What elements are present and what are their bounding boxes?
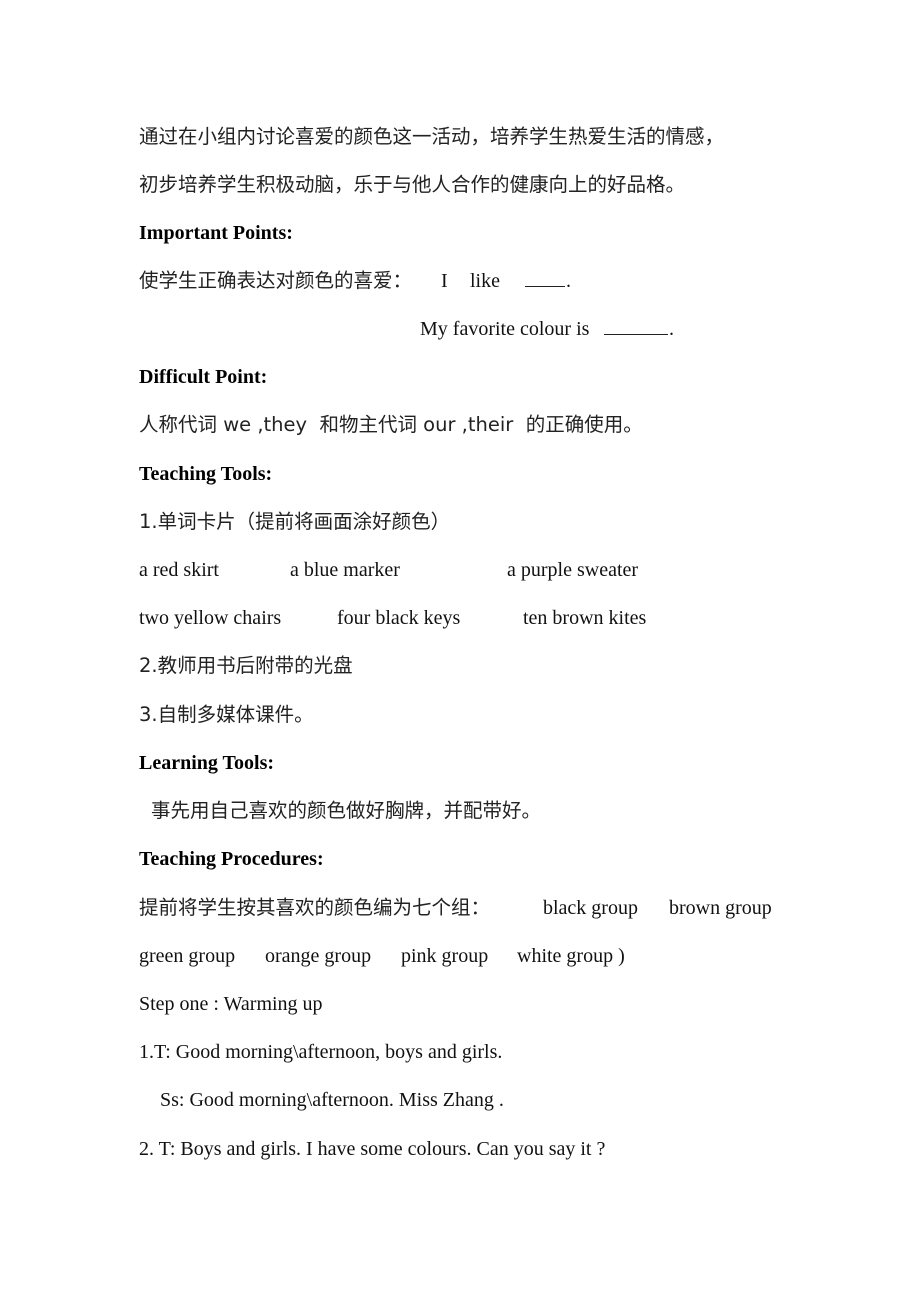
important-points-cn: 使学生正确表达对颜色的喜爱： — [139, 269, 413, 292]
learning-tools-text: 事先用自己喜欢的颜色做好胸牌，并配带好。 — [151, 799, 542, 822]
difficult-point-text: 人称代词 we ,they 和物主代词 our ,their 的正确使用。 — [139, 413, 643, 436]
important-points-period-1: . — [566, 270, 571, 292]
important-points-period-2: . — [669, 318, 674, 340]
important-points-line-1: 使学生正确表达对颜色的喜爱： I like . — [139, 268, 739, 294]
group-name: brown group — [669, 897, 772, 919]
important-points-blank-1 — [525, 268, 565, 294]
important-points-en-like: like — [470, 270, 500, 292]
group-name: white group ) — [517, 945, 625, 967]
learning-tools-heading: Learning Tools: — [139, 752, 275, 774]
dialogue-line-3: 2. T: Boys and girls. I have some colour… — [139, 1138, 606, 1160]
group-name: green group — [139, 945, 236, 967]
teaching-tools-item-2: 2.教师用书后附带的光盘 — [139, 654, 353, 677]
teaching-tools-heading: Teaching Tools: — [139, 463, 273, 485]
group-name: pink group — [401, 945, 489, 967]
word-cards-row-2: two yellow chairs four black keys ten br… — [139, 605, 839, 631]
word-card: two yellow chairs — [139, 607, 282, 629]
important-points-heading: Important Points: — [139, 222, 293, 244]
important-points-en-i: I — [441, 270, 448, 292]
groups-line-1: 提前将学生按其喜欢的颜色编为七个组： black group brown gro… — [139, 895, 819, 921]
teaching-tools-item-1: 1.单词卡片（提前将画面涂好颜色） — [139, 510, 451, 533]
objective-line-1: 通过在小组内讨论喜爱的颜色这一活动，培养学生热爱生活的情感， — [139, 125, 725, 148]
step-one-heading: Step one : Warming up — [139, 993, 323, 1015]
dialogue-line-1: 1.T: Good morning\afternoon, boys and gi… — [139, 1041, 503, 1063]
word-cards-row-1: a red skirt a blue marker a purple sweat… — [139, 557, 839, 583]
word-card: a red skirt — [139, 559, 219, 581]
teaching-procedures-heading: Teaching Procedures: — [139, 848, 324, 870]
difficult-point-heading: Difficult Point: — [139, 366, 268, 388]
group-name: black group — [543, 897, 638, 919]
word-card: a blue marker — [290, 559, 400, 581]
groups-line-2: green group orange group pink group whit… — [139, 943, 819, 969]
word-card: four black keys — [337, 607, 461, 629]
document-page: 通过在小组内讨论喜爱的颜色这一活动，培养学生热爱生活的情感， 初步培养学生积极动… — [0, 0, 920, 1302]
objective-line-2: 初步培养学生积极动脑，乐于与他人合作的健康向上的好品格。 — [139, 173, 686, 196]
word-card: a purple sweater — [507, 559, 639, 581]
important-points-favorite: My favorite colour is — [420, 318, 590, 340]
important-points-line-2: My favorite colour is . — [420, 316, 720, 342]
group-name: orange group — [265, 945, 372, 967]
dialogue-line-2: Ss: Good morning\afternoon. Miss Zhang . — [160, 1089, 504, 1111]
groups-intro: 提前将学生按其喜欢的颜色编为七个组： — [139, 896, 491, 919]
word-card: ten brown kites — [523, 607, 647, 629]
teaching-tools-item-3: 3.自制多媒体课件。 — [139, 703, 314, 726]
important-points-blank-2 — [604, 316, 668, 342]
